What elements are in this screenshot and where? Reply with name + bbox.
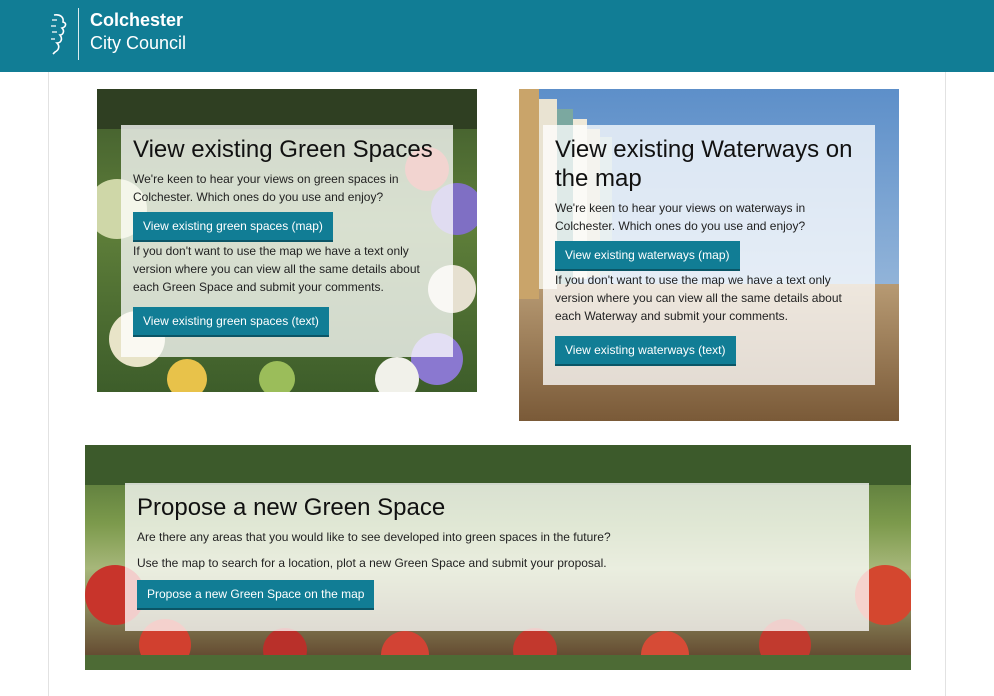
green-spaces-title: View existing Green Spaces	[133, 136, 433, 163]
waterways-card: View existing Waterways on the map We're…	[519, 89, 899, 421]
propose-green-space-map-button[interactable]: Propose a new Green Space on the map	[137, 580, 375, 610]
view-waterways-map-button[interactable]: View existing waterways (map)	[555, 241, 740, 271]
propose-green-space-card: Propose a new Green Space Are there any …	[85, 445, 911, 670]
council-logo-icon[interactable]	[48, 12, 70, 56]
green-spaces-panel: View existing Green Spaces We're keen to…	[121, 125, 453, 357]
view-green-spaces-text-button[interactable]: View existing green spaces (text)	[133, 307, 329, 337]
waterways-panel: View existing Waterways on the map We're…	[543, 125, 875, 385]
green-spaces-card: View existing Green Spaces We're keen to…	[97, 89, 477, 392]
council-name-line1: Colchester	[90, 10, 184, 30]
view-green-spaces-map-button[interactable]: View existing green spaces (map)	[133, 212, 333, 242]
green-spaces-text-note: If you don't want to use the map we have…	[133, 244, 420, 294]
propose-instruction: Use the map to search for a location, pl…	[137, 556, 607, 570]
site-header: Colchester City Council	[0, 0, 994, 72]
council-name[interactable]: Colchester City Council	[90, 9, 186, 55]
propose-question: Are there any areas that you would like …	[137, 530, 611, 544]
propose-title: Propose a new Green Space	[137, 494, 446, 521]
logo-divider	[78, 8, 79, 60]
waterways-title: View existing Waterways on the map	[555, 136, 853, 192]
propose-panel: Propose a new Green Space Are there any …	[125, 483, 869, 631]
waterways-text-note: If you don't want to use the map we have…	[555, 273, 842, 323]
green-spaces-intro: We're keen to hear your views on green s…	[133, 172, 399, 204]
council-name-line2: City Council	[90, 33, 187, 53]
view-waterways-text-button[interactable]: View existing waterways (text)	[555, 336, 736, 366]
waterways-intro: We're keen to hear your views on waterwa…	[555, 201, 806, 233]
